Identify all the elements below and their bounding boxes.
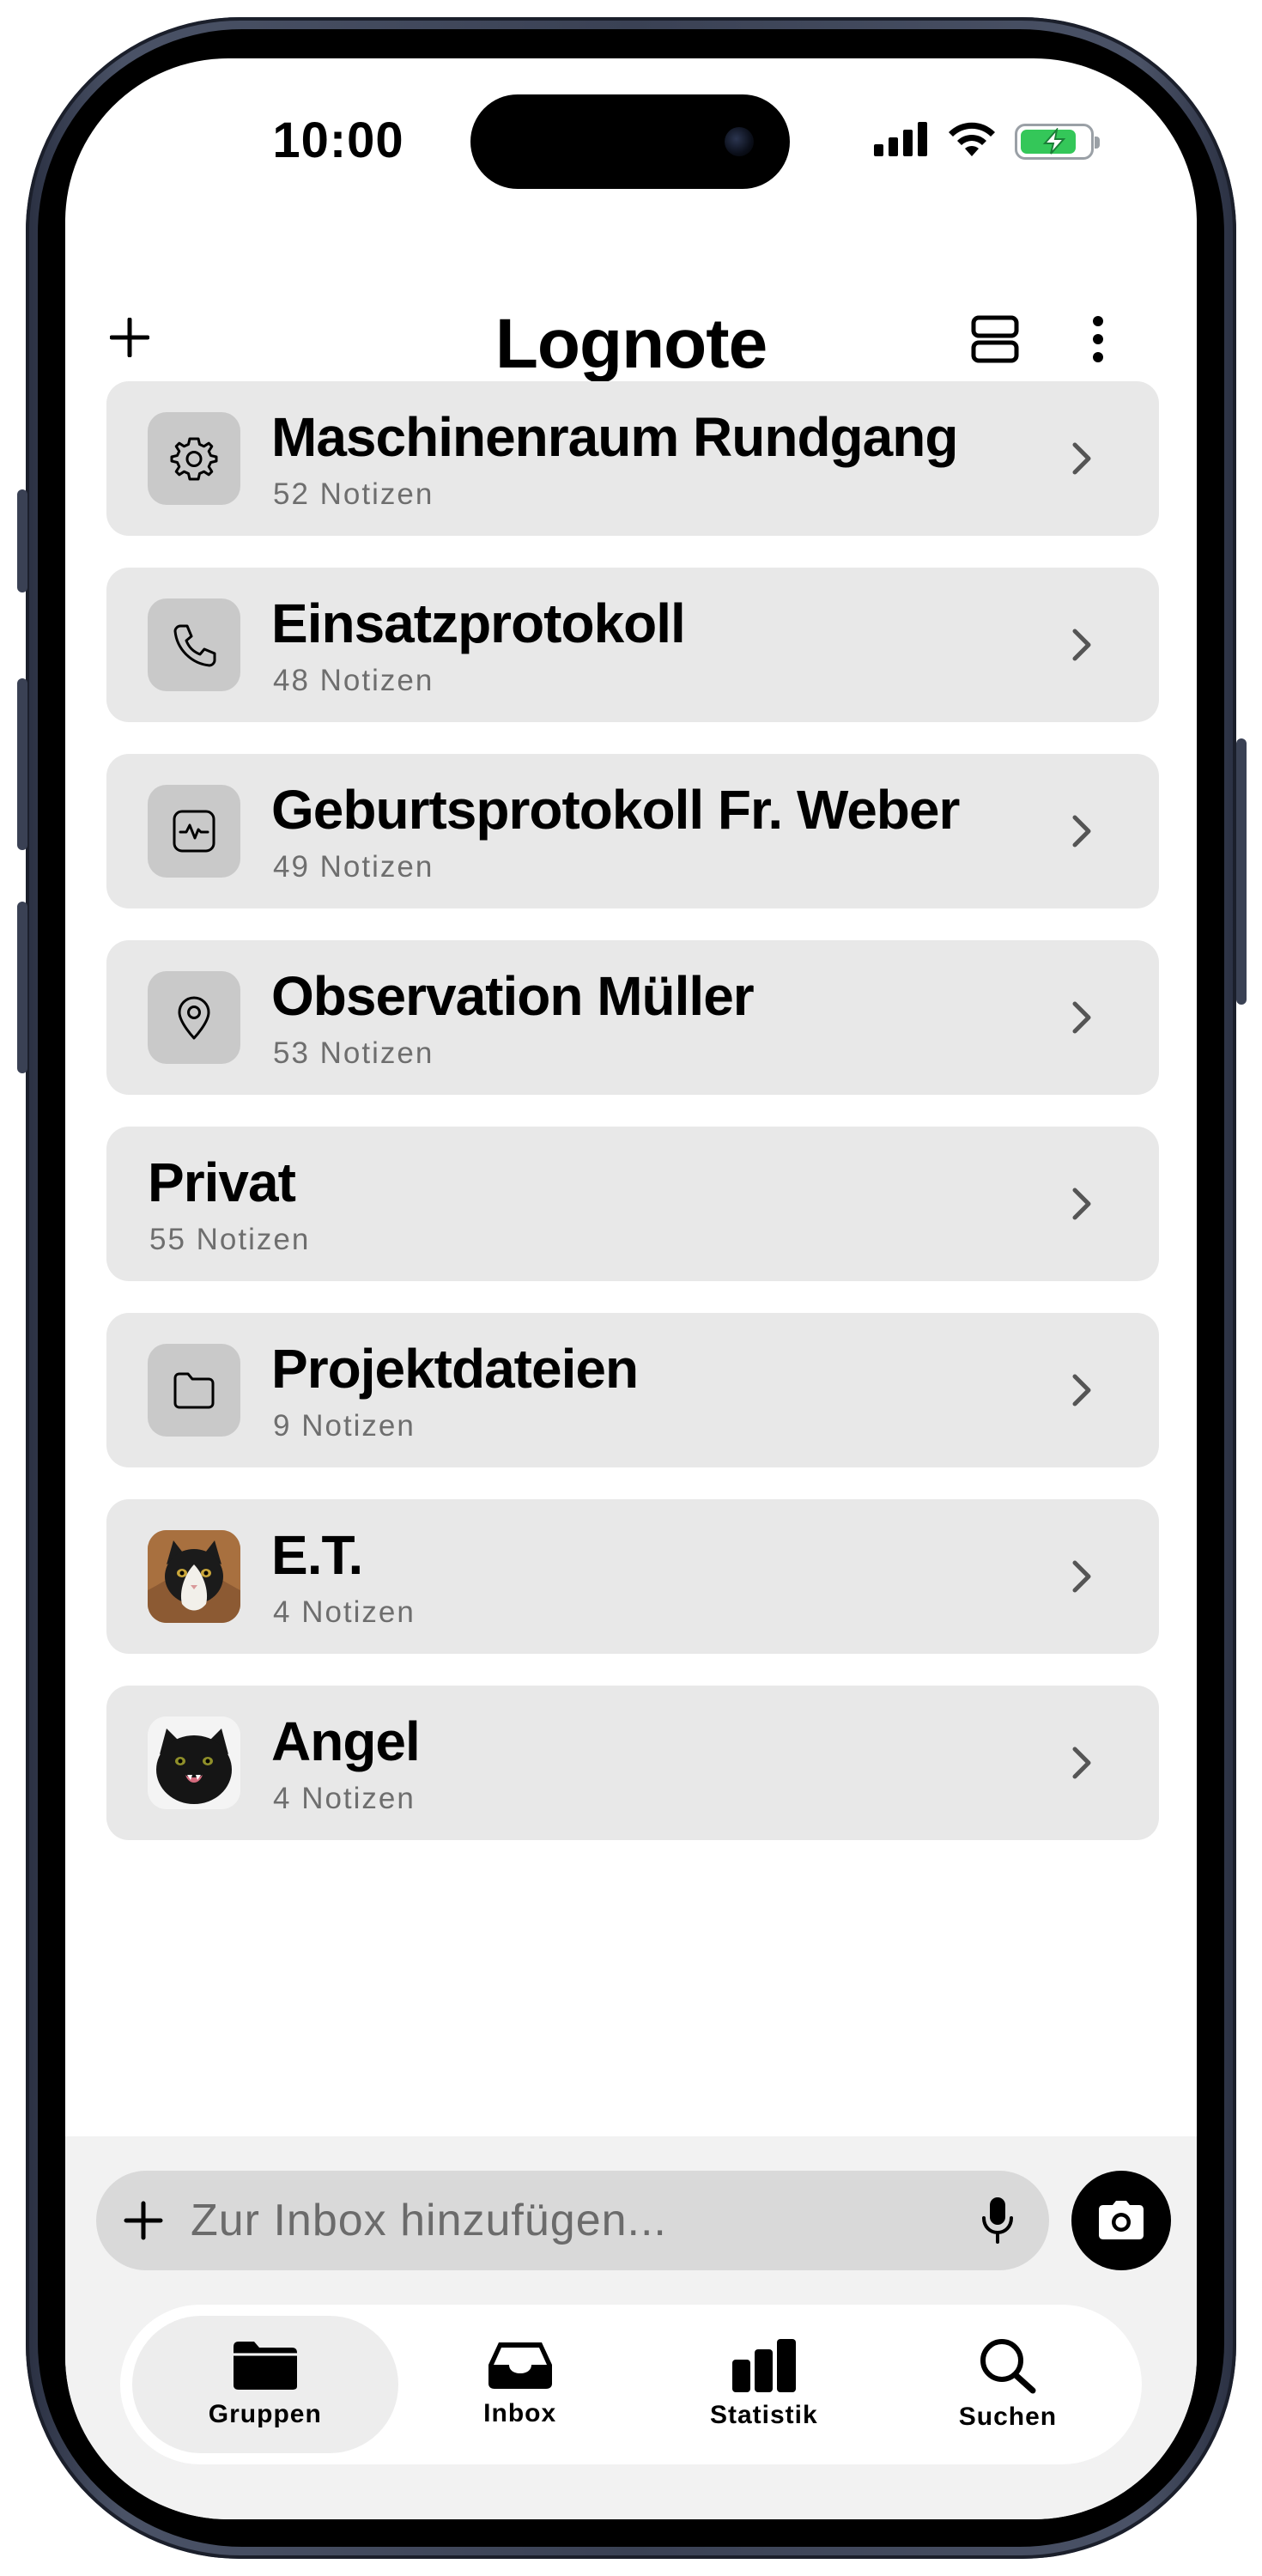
chevron-right-icon: [1063, 1744, 1101, 1782]
tab-label: Gruppen: [208, 2400, 322, 2428]
tab-bar: Gruppen Inbox Statistik Suchen: [120, 2305, 1142, 2464]
group-item[interactable]: Privat 55 Notizen: [106, 1127, 1159, 1281]
status-time: 10:00: [272, 112, 404, 168]
group-title: Geburtsprotokoll Fr. Weber: [271, 779, 960, 841]
group-item[interactable]: Projektdateien 9 Notizen: [106, 1313, 1159, 1467]
group-title: Maschinenraum Rundgang: [271, 406, 958, 468]
bottom-panel: Zur Inbox hinzufügen... Gruppen Inbox St…: [65, 2136, 1197, 2519]
chevron-right-icon: [1063, 999, 1101, 1036]
action-button: [17, 489, 27, 592]
volume-down-button: [17, 902, 27, 1073]
camera-lens: [725, 127, 754, 156]
group-item[interactable]: Geburtsprotokoll Fr. Weber 49 Notizen: [106, 754, 1159, 908]
layout-toggle-button[interactable]: [965, 309, 1025, 369]
tab-statistik[interactable]: Statistik: [642, 2316, 886, 2453]
more-vertical-icon: [1093, 316, 1103, 362]
group-list: Maschinenraum Rundgang 52 Notizen Einsat…: [106, 381, 1159, 1872]
group-item[interactable]: Einsatzprotokoll 48 Notizen: [106, 568, 1159, 722]
inbox-input[interactable]: Zur Inbox hinzufügen...: [96, 2171, 1049, 2270]
group-title: Privat: [148, 1151, 296, 1213]
group-item[interactable]: Angel 4 Notizen: [106, 1686, 1159, 1840]
tab-inbox[interactable]: Inbox: [398, 2316, 642, 2453]
rows-layout-icon: [971, 315, 1019, 363]
page-title: Lognote: [494, 305, 768, 383]
top-bar: Lognote: [65, 290, 1197, 393]
group-note-count: 48 Notizen: [273, 664, 434, 697]
cat-photo-avatar: [148, 1530, 240, 1623]
bar-chart-icon: [731, 2339, 796, 2392]
chevron-right-icon: [1063, 1371, 1101, 1409]
group-title: Einsatzprotokoll: [271, 592, 686, 654]
group-title: Projektdateien: [271, 1338, 639, 1400]
magnifier-icon: [980, 2339, 1036, 2394]
location-pin-icon: [148, 971, 240, 1064]
gear-icon: [148, 412, 240, 505]
group-item[interactable]: Observation Müller 53 Notizen: [106, 940, 1159, 1095]
group-item[interactable]: Maschinenraum Rundgang 52 Notizen: [106, 381, 1159, 536]
tab-label: Statistik: [709, 2401, 818, 2429]
plus-icon[interactable]: [96, 2171, 191, 2270]
heartbeat-monitor-icon: [148, 785, 240, 878]
chevron-right-icon: [1063, 812, 1101, 850]
camera-button[interactable]: [1071, 2171, 1171, 2270]
signal-icon: [874, 122, 929, 161]
inbox-placeholder[interactable]: Zur Inbox hinzufügen...: [191, 2195, 946, 2246]
cat-photo-avatar: [148, 1716, 240, 1809]
group-title: E.T.: [271, 1524, 363, 1586]
chevron-right-icon: [1063, 440, 1101, 477]
group-note-count: 55 Notizen: [149, 1223, 311, 1256]
folder-icon: [233, 2342, 297, 2390]
group-note-count: 4 Notizen: [273, 1782, 416, 1815]
battery-nub: [1095, 136, 1100, 149]
tab-label: Suchen: [958, 2403, 1058, 2431]
more-options-button[interactable]: [1077, 309, 1119, 369]
group-note-count: 4 Notizen: [273, 1595, 416, 1629]
chevron-right-icon: [1063, 1185, 1101, 1223]
battery-charging-icon: [1015, 123, 1100, 160]
group-note-count: 53 Notizen: [273, 1036, 434, 1070]
chevron-right-icon: [1063, 626, 1101, 664]
group-note-count: 49 Notizen: [273, 850, 434, 884]
camera-icon: [1099, 2201, 1144, 2239]
app-screen: 10:00 Lognote Maschinenraum Rundgang 52 …: [65, 58, 1197, 2519]
tab-gruppen[interactable]: Gruppen: [132, 2316, 398, 2453]
tab-label: Inbox: [483, 2399, 557, 2427]
phone-icon: [148, 598, 240, 691]
microphone-icon[interactable]: [946, 2171, 1049, 2270]
group-item[interactable]: E.T. 4 Notizen: [106, 1499, 1159, 1654]
power-button: [1236, 738, 1247, 1005]
volume-up-button: [17, 678, 27, 850]
inbox-tray-icon: [488, 2342, 552, 2389]
folder-icon: [148, 1344, 240, 1437]
status-icons: [874, 120, 1100, 162]
chevron-right-icon: [1063, 1558, 1101, 1595]
group-note-count: 9 Notizen: [273, 1409, 416, 1443]
group-note-count: 52 Notizen: [273, 477, 434, 511]
dynamic-island: [470, 94, 790, 189]
group-title: Observation Müller: [271, 965, 755, 1027]
wifi-icon: [946, 120, 998, 162]
group-title: Angel: [271, 1710, 421, 1772]
tab-suchen[interactable]: Suchen: [886, 2316, 1130, 2453]
